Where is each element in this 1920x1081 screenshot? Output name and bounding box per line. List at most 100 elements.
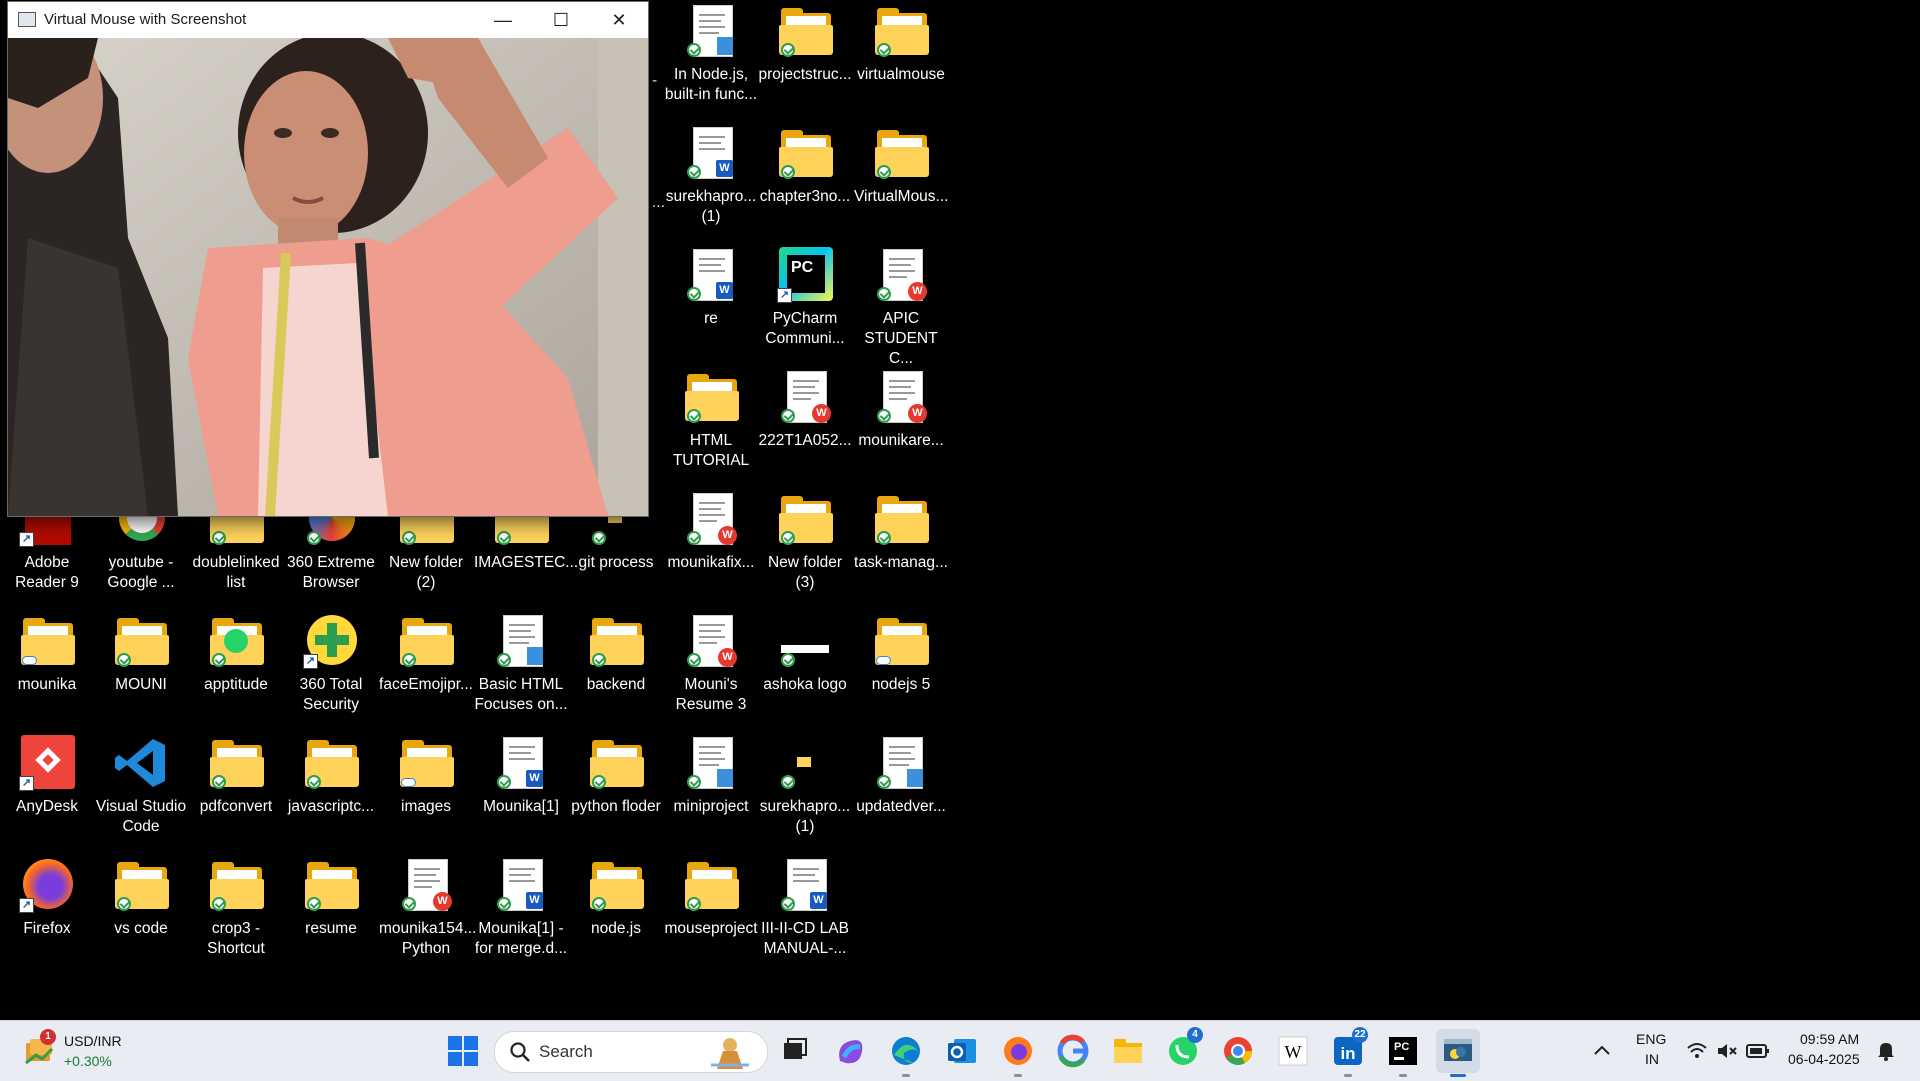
language-bottom[interactable]: IN	[1645, 1051, 1659, 1067]
taskbar-app-pycharm[interactable]: PC	[1385, 1033, 1421, 1069]
app-badge: 4	[1187, 1027, 1203, 1043]
desktop-icon[interactable]: ↗ AnyDesk	[0, 735, 94, 853]
desktop-icon[interactable]: Wre	[664, 247, 758, 365]
close-button[interactable]: ✕	[590, 2, 648, 38]
taskbar-app-chrome[interactable]	[1220, 1033, 1256, 1069]
desktop-icon[interactable]: W 222T1A052...	[758, 369, 852, 487]
desktop-icon[interactable]: javascriptc...	[284, 735, 378, 853]
desktop-icon[interactable]: Wmounikafix...	[664, 491, 758, 609]
desktop-icon[interactable]: task-manag...	[854, 491, 948, 609]
folder-icon	[398, 613, 454, 669]
taskbar-app-google[interactable]	[1055, 1033, 1091, 1069]
desktop-icon[interactable]: node.js	[569, 857, 663, 975]
speaker-muted-icon[interactable]	[1716, 1041, 1738, 1061]
desktop-icon[interactable]: W Mounika[1] - for merge.d...	[474, 857, 568, 975]
start-button[interactable]	[445, 1033, 481, 1069]
desktop-icon[interactable]: ↗ 360 Total Security	[284, 613, 378, 731]
desktop-icon[interactable]: updatedver...	[854, 735, 948, 853]
desktop-icon[interactable]: W III-II-CD LAB MANUAL-...	[758, 857, 852, 975]
desktop-icon[interactable]: ashoka logo	[758, 613, 852, 731]
desktop-icon[interactable]: surekhapro... (1)	[758, 735, 852, 853]
desktop-icon[interactable]: W Mounika[1]	[474, 735, 568, 853]
desktop-icon[interactable]: HTML TUTORIAL	[664, 369, 758, 487]
chevron-up-icon[interactable]	[1592, 1041, 1612, 1061]
desktop-icon[interactable]: miniproject	[664, 735, 758, 853]
taskbar-app-file-explorer[interactable]	[1110, 1033, 1146, 1069]
desktop-icon[interactable]: vs code	[94, 857, 188, 975]
folder-icon	[303, 857, 359, 913]
language-top[interactable]: ENG	[1636, 1031, 1666, 1047]
desktop-icon[interactable]: resume	[284, 857, 378, 975]
taskbar-app-firefox[interactable]	[1000, 1033, 1036, 1069]
minimize-button[interactable]: —	[474, 2, 532, 38]
taskbar-app-task-view[interactable]	[776, 1033, 812, 1069]
folder-icon	[683, 369, 739, 425]
taskbar-app-edge[interactable]	[888, 1033, 924, 1069]
desktop-icon[interactable]: mouseproject	[664, 857, 758, 975]
desktop-icon[interactable]: crop3 - Shortcut	[189, 857, 283, 975]
clock-time[interactable]: 09:59 AM	[1800, 1031, 1859, 1047]
wifi-icon[interactable]	[1686, 1041, 1708, 1061]
synced-check-icon	[781, 653, 795, 667]
folder-icon	[777, 3, 833, 59]
synced-check-icon	[592, 775, 606, 789]
taskbar-app-copilot[interactable]	[832, 1033, 868, 1069]
desktop-icon[interactable]: In Node.js, built-in func...	[664, 3, 758, 121]
notification-bell-icon[interactable]	[1876, 1040, 1896, 1062]
window-titlebar[interactable]: Virtual Mouse with Screenshot — ☐ ✕	[8, 2, 648, 38]
desktop-icon[interactable]: images	[379, 735, 473, 853]
desktop-icon-label: resume	[305, 920, 357, 937]
desktop-icon[interactable]: nodejs 5	[854, 613, 948, 731]
desktop-icon[interactable]: New folder (3)	[758, 491, 852, 609]
battery-icon[interactable]	[1746, 1041, 1770, 1061]
desktop-icon[interactable]: backend	[569, 613, 663, 731]
desktop-icon[interactable]: Basic HTML Focuses on...	[474, 613, 568, 731]
maximize-button[interactable]: ☐	[532, 2, 590, 38]
taskbar-app-outlook[interactable]	[944, 1033, 980, 1069]
desktop-icon[interactable]: VirtualMous...	[854, 125, 948, 243]
desktop-icon[interactable]: chapter3no...	[758, 125, 852, 243]
desktop-icon-label: 360 Total Security	[299, 676, 363, 713]
desktop-icon[interactable]: apptitude	[189, 613, 283, 731]
desktop-icon[interactable]: Wmounika154... Python	[379, 857, 476, 975]
taskbar-search-box[interactable]: Search	[494, 1031, 768, 1073]
desktop-icon[interactable]: virtualmouse	[854, 3, 948, 121]
desktop-icon[interactable]: projectstruc...	[758, 3, 852, 121]
weather-widget[interactable]: 1 USD/INR +0.30%	[18, 1029, 138, 1073]
pycharm-icon: PC	[1389, 1037, 1417, 1065]
desktop-icon[interactable]: python floder	[569, 735, 663, 853]
doc-wps-icon: W	[873, 247, 929, 303]
clock-date[interactable]: 06-04-2025	[1788, 1051, 1860, 1067]
desktop-icon-label: Mounika[1] - for merge.d...	[474, 920, 568, 957]
desktop-icon-label: In Node.js, built-in func...	[664, 66, 758, 103]
desktop-icon[interactable]: pdfconvert	[189, 735, 283, 853]
desktop-icon[interactable]: Visual Studio Code	[94, 735, 188, 853]
taskbar-app-linkedin[interactable]: in 22	[1330, 1027, 1368, 1069]
desktop-icon[interactable]: MOUNI	[94, 613, 188, 731]
desktop-icon-label: APIC STUDENT C...	[864, 310, 938, 367]
desktop-icon[interactable]: PC ↗ PyCharm Communi...	[758, 247, 852, 365]
synced-check-icon	[877, 531, 891, 545]
virtual-mouse-window[interactable]: Virtual Mouse with Screenshot — ☐ ✕	[8, 2, 648, 516]
file-explorer-icon	[1114, 1039, 1142, 1063]
shortcut-arrow-icon: ↗	[777, 288, 792, 303]
desktop-icon[interactable]: Wmounikare...	[854, 369, 948, 487]
desktop-icon-label: Mounika[1]	[483, 798, 559, 815]
desktop-icon[interactable]: Wsurekhapro... (1)	[664, 125, 758, 243]
taskbar-app-wikipedia[interactable]: W	[1275, 1033, 1311, 1069]
desktop-icon[interactable]: W Mouni's Resume 3	[664, 613, 758, 731]
firefox-icon	[1004, 1037, 1032, 1065]
desktop-icon[interactable]: mounika	[0, 613, 94, 731]
running-indicator	[1014, 1074, 1022, 1077]
desktop-icon-label: crop3 - Shortcut	[207, 920, 265, 957]
desktop-icon-label: mounikafix...	[667, 554, 755, 571]
desktop-icon-label: vs code	[114, 920, 168, 937]
widget-change: +0.30%	[64, 1053, 112, 1069]
taskbar-app-whatsapp[interactable]: 4	[1165, 1027, 1203, 1069]
desktop-icon[interactable]: ↗ Firefox	[0, 857, 94, 975]
taskbar-app-python-app[interactable]	[1436, 1029, 1480, 1073]
desktop-icon-label: Adobe Reader 9	[15, 554, 79, 591]
desktop-icon[interactable]: faceEmojipr...	[379, 613, 473, 731]
desktop-icon[interactable]: W APIC STUDENT C...	[854, 247, 948, 367]
synced-check-icon	[877, 775, 891, 789]
